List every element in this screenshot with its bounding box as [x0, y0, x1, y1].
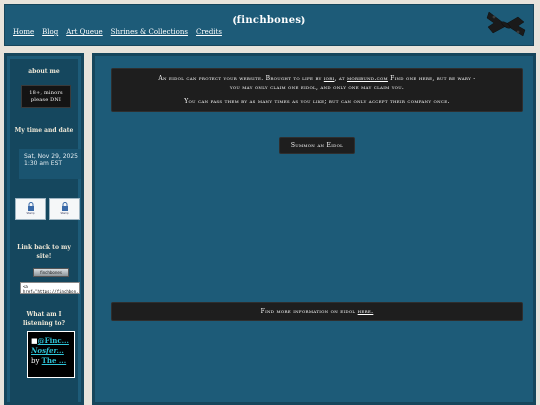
banner-text: finchbones	[40, 270, 62, 275]
stamp-2-text: Stamp	[60, 212, 69, 215]
more-info-text: Find more information on eidol	[260, 308, 358, 315]
sidebar: about me 18+, minors please DNI My time …	[4, 53, 84, 405]
link-back-heading: Link back to my site!	[17, 244, 71, 260]
age-warning-line-2: please DNI	[30, 97, 62, 103]
main-nav: Home Blog Art Queue Shrines & Collection…	[13, 28, 222, 36]
about-heading: about me	[28, 68, 60, 75]
age-warning-line-1: 18+, minors	[29, 90, 63, 96]
nav-home[interactable]: Home	[13, 28, 34, 36]
notice-text-b: , at	[334, 75, 348, 82]
clock-date: Sat, Nov 29, 2025	[24, 153, 78, 160]
moth-icon	[486, 11, 526, 37]
sidebar-panel: about me 18+, minors please DNI My time …	[10, 59, 81, 402]
now-playing-widget: ■@Finc... Nosfer... by The ...	[27, 331, 75, 378]
site-title: ⦅finchbones⦆	[233, 15, 305, 26]
site-header: ⦅finchbones⦆ Home Blog Art Queue Shrines…	[4, 4, 534, 46]
clock-time: 1:30 am EST	[24, 160, 63, 167]
nav-shrines-collections[interactable]: Shrines & Collections	[111, 28, 188, 36]
lock-icon	[62, 202, 68, 211]
music-user-link[interactable]: @Finc...	[38, 336, 69, 345]
stamp-1-text: Stamp	[26, 212, 35, 215]
nav-art-queue[interactable]: Art Queue	[66, 28, 102, 36]
main-content: An eidol can protect your website. Broug…	[92, 53, 536, 405]
notice-line-1: An eidol can protect your website. Broug…	[112, 74, 522, 83]
clock-widget: Sat, Nov 29, 2025 1:30 am EST	[19, 149, 81, 179]
stamp-1[interactable]: Stamp	[15, 198, 46, 220]
music-track-link[interactable]: Nosfer...	[31, 346, 64, 355]
nav-blog[interactable]: Blog	[42, 28, 58, 36]
link-code-textarea[interactable]: <a href="https://finchbon...	[20, 282, 80, 294]
summon-eidol-button[interactable]: Summon an Eidol	[279, 137, 355, 154]
eidol-notice: An eidol can protect your website. Broug…	[111, 68, 523, 112]
iori-link[interactable]: iori	[324, 75, 335, 82]
lock-icon	[28, 202, 34, 211]
time-heading: My time and date	[14, 127, 74, 134]
music-by-label: by	[31, 357, 40, 365]
site-button-banner[interactable]: finchbones	[33, 268, 69, 277]
moribund-link[interactable]: moribund.com	[347, 75, 388, 82]
nav-credits[interactable]: Credits	[196, 28, 222, 36]
notice-line-2: you may only claim one eidol, and only o…	[229, 84, 405, 91]
more-info-bar: Find more information on eidol here.	[111, 302, 523, 321]
notice-text-c: Find one here, but be wary -	[387, 75, 476, 82]
stamp-2[interactable]: Stamp	[49, 198, 80, 220]
notice-line-3: You can pass them by as many times as yo…	[184, 98, 450, 105]
listening-heading: What am I listening to?	[22, 311, 66, 327]
notice-text-a: An eidol can protect your website. Broug…	[158, 75, 324, 82]
more-info-link[interactable]: here.	[358, 308, 374, 315]
music-artist-link[interactable]: The ...	[42, 356, 67, 365]
age-warning-badge: 18+, minors please DNI	[21, 85, 71, 108]
